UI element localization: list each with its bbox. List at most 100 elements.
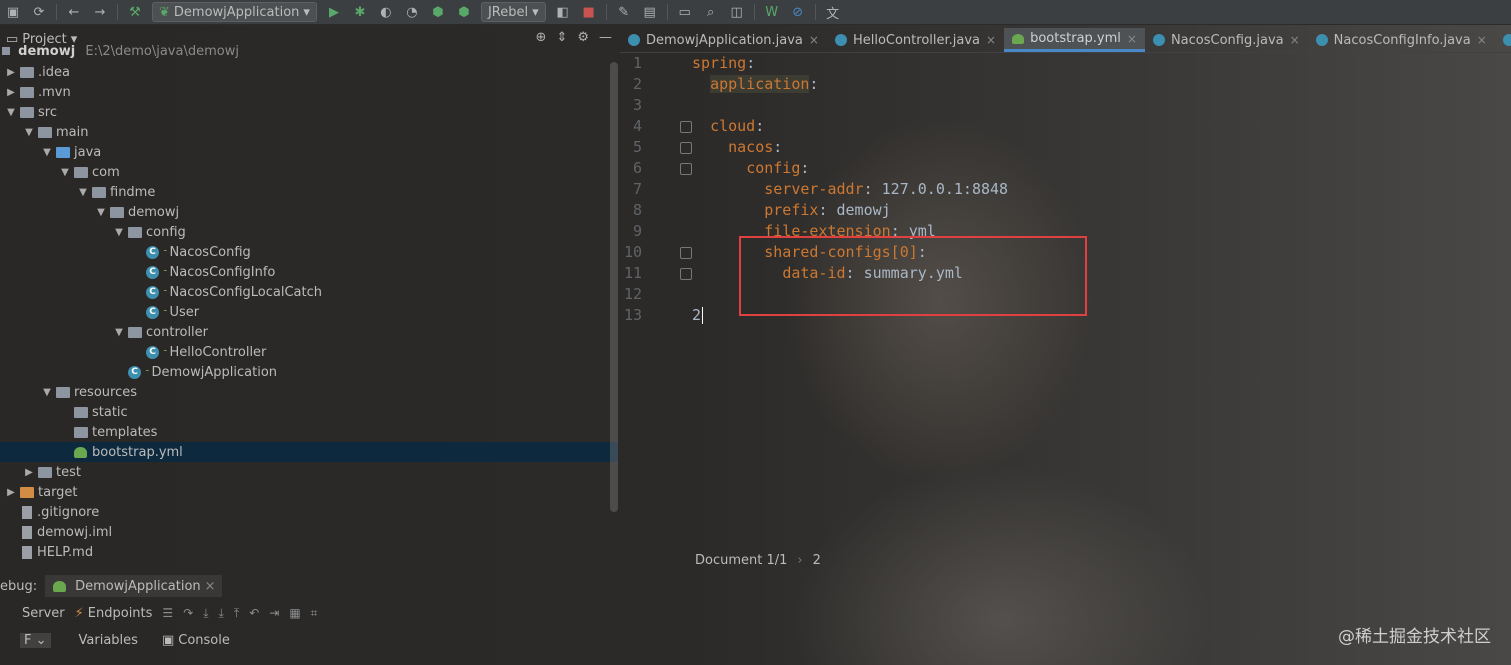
close-icon[interactable]: × <box>205 579 216 594</box>
project-structure-icon[interactable]: ▤ <box>640 2 660 22</box>
fold-marker-icon[interactable] <box>680 163 692 175</box>
coverage-icon[interactable]: ◐ <box>376 2 396 22</box>
step-over-icon[interactable]: ↷ <box>183 606 193 620</box>
expand-arrow-icon[interactable]: ▼ <box>112 227 126 238</box>
tree-item[interactable]: C ⁃ NacosConfigLocalCatch <box>0 282 618 302</box>
tree-item[interactable]: ▶ .mvn <box>0 82 618 102</box>
tree-item[interactable]: ▼ config <box>0 222 618 242</box>
no-entry-icon[interactable]: ⊘ <box>788 2 808 22</box>
tree-item[interactable]: demowj.iml <box>0 522 618 542</box>
collapse-arrow-icon[interactable]: ▶ <box>4 67 18 78</box>
expand-arrow-icon[interactable]: ▼ <box>94 207 108 218</box>
fold-marker-icon[interactable] <box>680 142 692 154</box>
sync-icon[interactable]: ⟳ <box>29 2 49 22</box>
tree-item[interactable]: ▶ test <box>0 462 618 482</box>
expand-arrow-icon[interactable]: ▼ <box>58 167 72 178</box>
editor-tab[interactable]: NacosConfig.java × <box>1145 28 1308 52</box>
force-step-into-icon[interactable]: ⤓ <box>219 606 224 621</box>
tree-item[interactable]: C ⁃ User <box>0 302 618 322</box>
collapse-icon[interactable]: ⇕ <box>556 30 567 45</box>
tree-item[interactable]: templates <box>0 422 618 442</box>
search-icon[interactable]: ⌕ <box>701 2 721 22</box>
tree-item[interactable]: ▼ java <box>0 142 618 162</box>
tree-item[interactable]: ▶ .idea <box>0 62 618 82</box>
profile-icon[interactable]: ◔ <box>402 2 422 22</box>
trace-icon[interactable]: ⌗ <box>311 606 318 621</box>
expand-arrow-icon[interactable]: ▼ <box>40 147 54 158</box>
word-icon[interactable]: W <box>762 2 782 22</box>
terminal-icon[interactable]: ▭ <box>675 2 695 22</box>
fold-marker-icon[interactable] <box>680 247 692 259</box>
save-icon[interactable]: ▣ <box>3 2 23 22</box>
settings-wrench-icon[interactable]: ✎ <box>614 2 634 22</box>
expand-arrow-icon[interactable]: ▼ <box>76 187 90 198</box>
tree-item[interactable]: HELP.md <box>0 542 618 562</box>
run-to-cursor-icon[interactable]: ⇥ <box>269 606 279 620</box>
collapse-arrow-icon[interactable]: ▶ <box>22 467 36 478</box>
tree-item[interactable]: C ⁃ DemowjApplication <box>0 362 618 382</box>
close-icon[interactable]: × <box>1127 32 1137 46</box>
translate-icon[interactable]: 文 <box>823 2 843 22</box>
breadcrumb-document[interactable]: Document 1/1 <box>695 553 787 568</box>
tab-endpoints[interactable]: ⚡ Endpoints <box>75 606 153 621</box>
debug-session-tab[interactable]: DemowjApplication × <box>45 575 222 597</box>
step-out-icon[interactable]: ⤒ <box>234 606 239 621</box>
tab-console[interactable]: ▣ Console <box>162 633 230 648</box>
tree-item[interactable]: static <box>0 402 618 422</box>
step-into-icon[interactable]: ⤓ <box>203 606 208 621</box>
tree-item[interactable]: C ⁃ HelloController <box>0 342 618 362</box>
tree-item[interactable]: C ⁃ NacosConfig <box>0 242 618 262</box>
back-icon[interactable]: ← <box>64 2 84 22</box>
tree-item[interactable]: ▼ resources <box>0 382 618 402</box>
tab-frames[interactable]: F ⌄ <box>20 632 51 648</box>
tree-item[interactable]: C ⁃ NacosConfigInfo <box>0 262 618 282</box>
collapse-arrow-icon[interactable]: ▶ <box>4 487 18 498</box>
tab-server[interactable]: Server <box>22 606 65 621</box>
tab-variables[interactable]: Variables <box>79 633 138 648</box>
build-icon[interactable]: ⚒ <box>125 2 145 22</box>
expand-arrow-icon[interactable]: ▼ <box>112 327 126 338</box>
tree-item[interactable]: ▶ target <box>0 482 618 502</box>
jrebel-run-icon[interactable]: ⬢ <box>428 2 448 22</box>
tree-item[interactable]: bootstrap.yml <box>0 442 618 462</box>
vcs-icon[interactable]: ◫ <box>727 2 747 22</box>
close-icon[interactable]: × <box>986 33 996 47</box>
breadcrumb-item[interactable]: 2 <box>813 553 821 568</box>
editor-tab[interactable]: DemowjApplication.java × <box>620 28 827 52</box>
pause-icon[interactable]: ◧ <box>553 2 573 22</box>
close-icon[interactable]: × <box>1290 33 1300 47</box>
stop-icon[interactable]: ■ <box>579 2 599 22</box>
tree-item[interactable]: .gitignore <box>0 502 618 522</box>
expand-arrow-icon[interactable]: ▼ <box>22 127 36 138</box>
drop-frame-icon[interactable]: ↶ <box>249 606 259 620</box>
editor-tab[interactable]: NacosCon <box>1495 28 1511 52</box>
run-icon[interactable]: ▶ <box>324 2 344 22</box>
scrollbar[interactable] <box>610 62 618 512</box>
debug-icon[interactable]: ✱ <box>350 2 370 22</box>
expand-arrow-icon[interactable]: ▼ <box>4 107 18 118</box>
expand-arrow-icon[interactable]: ▼ <box>40 387 54 398</box>
minimize-icon[interactable]: — <box>599 30 612 45</box>
tree-item[interactable]: ▼ demowj <box>0 202 618 222</box>
jrebel-debug-icon[interactable]: ⬢ <box>454 2 474 22</box>
forward-icon[interactable]: → <box>90 2 110 22</box>
editor-tab[interactable]: bootstrap.yml × <box>1004 28 1145 52</box>
evaluate-icon[interactable]: ▦ <box>289 606 300 620</box>
fold-marker-icon[interactable] <box>680 121 692 133</box>
tree-item[interactable]: ▼ findme <box>0 182 618 202</box>
chevron-down-icon[interactable]: ⌄ <box>36 633 47 648</box>
gear-icon[interactable]: ⚙ <box>577 30 589 45</box>
tree-item[interactable]: ▼ controller <box>0 322 618 342</box>
tree-item[interactable]: ▼ src <box>0 102 618 122</box>
editor-tab[interactable]: NacosConfigInfo.java × <box>1308 28 1495 52</box>
jrebel-select[interactable]: JRebel ▾ <box>480 2 546 22</box>
collapse-arrow-icon[interactable]: ▶ <box>4 87 18 98</box>
close-icon[interactable]: × <box>809 33 819 47</box>
run-config-select[interactable]: ❦ DemowjApplication ▾ <box>152 2 317 22</box>
tree-item[interactable]: ▼ main <box>0 122 618 142</box>
list-icon[interactable]: ☰ <box>162 606 173 620</box>
locate-icon[interactable]: ⊕ <box>536 30 547 45</box>
editor-tab[interactable]: HelloController.java × <box>827 28 1004 52</box>
close-icon[interactable]: × <box>1477 33 1487 47</box>
tree-item[interactable]: ▼ com <box>0 162 618 182</box>
